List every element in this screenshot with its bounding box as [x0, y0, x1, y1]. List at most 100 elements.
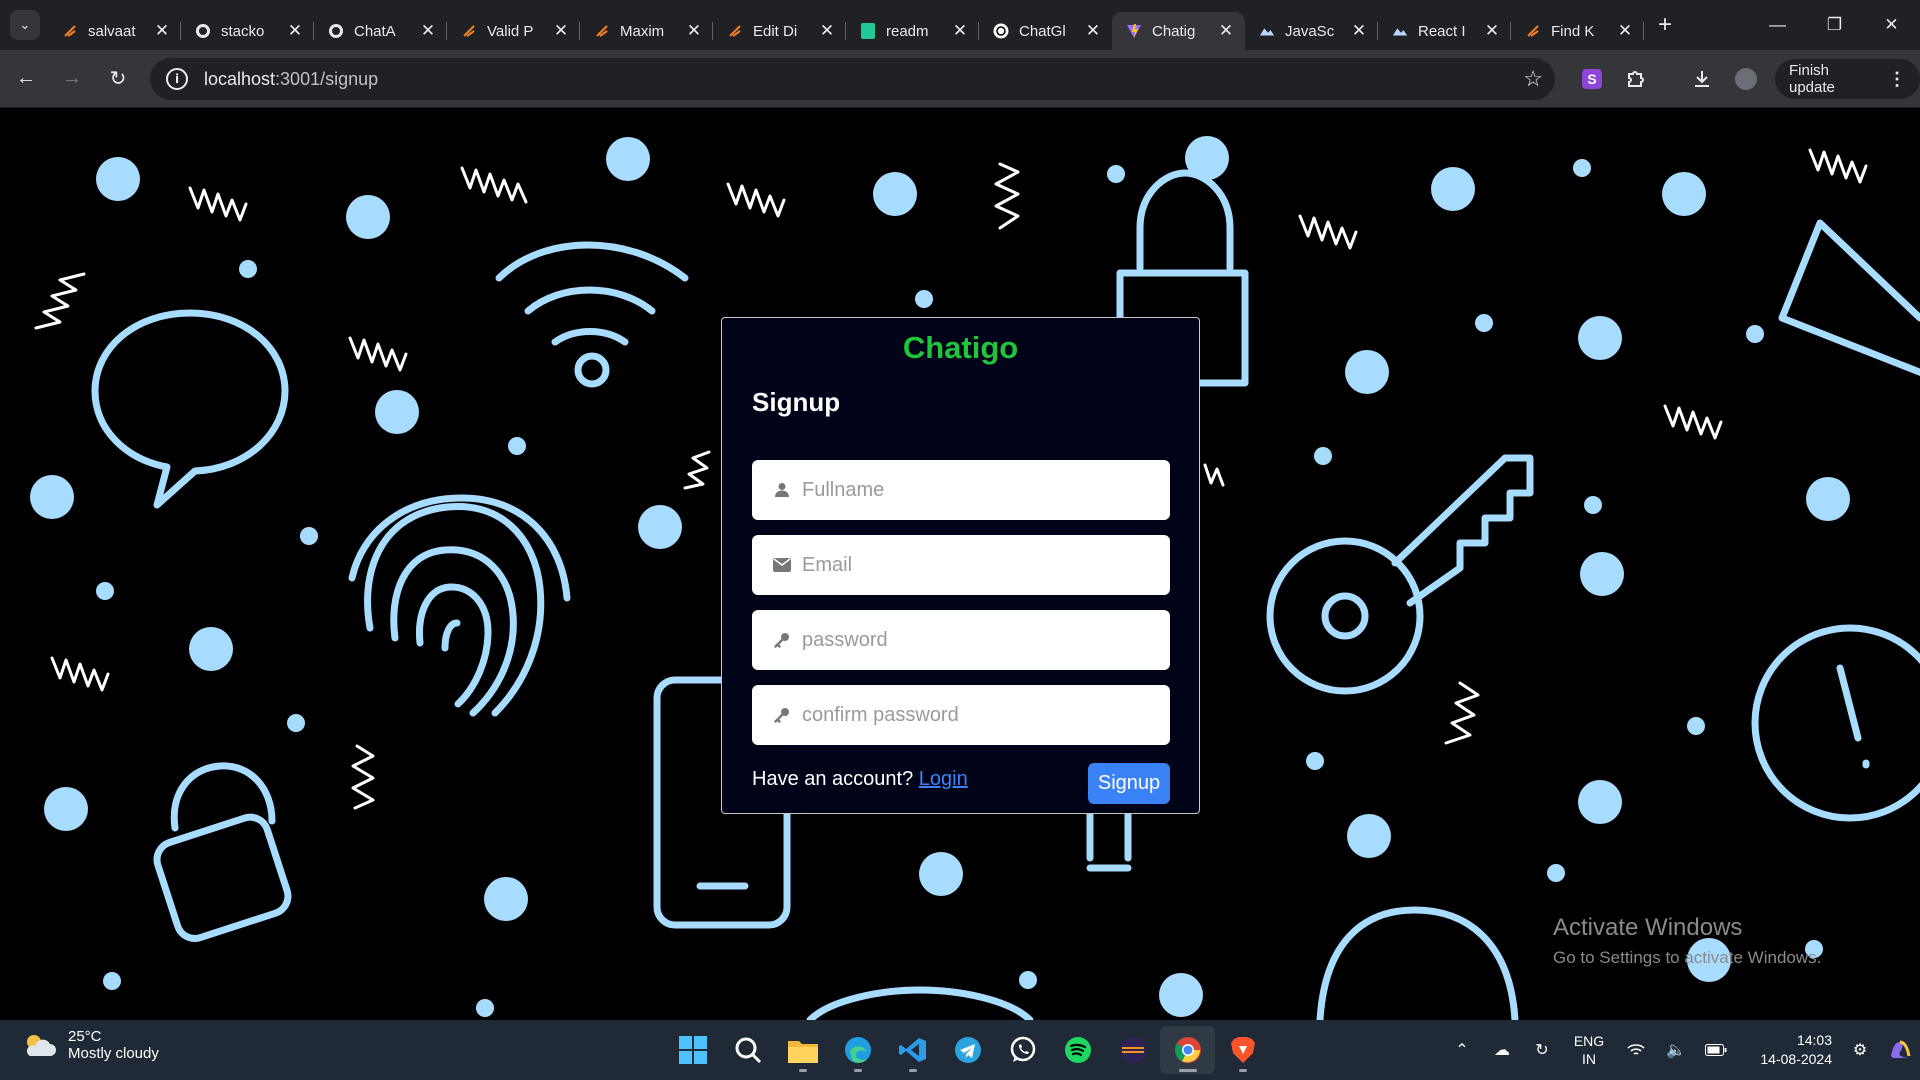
- volume-button[interactable]: 🔈: [1656, 1040, 1696, 1060]
- arrow-left-icon: ←: [16, 67, 36, 89]
- close-tab-icon[interactable]: ✕: [1217, 21, 1235, 41]
- downloads-button[interactable]: [1680, 59, 1724, 99]
- login-link[interactable]: Login: [919, 768, 968, 790]
- extensions-button[interactable]: [1614, 59, 1658, 99]
- padlock-doodle: [153, 813, 292, 942]
- close-tab-icon[interactable]: ✕: [1616, 21, 1634, 41]
- weather-widget[interactable]: 25°C Mostly cloudy: [22, 1028, 159, 1062]
- close-tab-icon[interactable]: ✕: [1350, 21, 1368, 41]
- edge-button[interactable]: [830, 1026, 885, 1074]
- email-field[interactable]: [752, 535, 1170, 595]
- tab-title: Maxim: [620, 22, 665, 40]
- close-tab-icon[interactable]: ✕: [685, 21, 703, 41]
- tab-9[interactable]: Chatig ✕: [1112, 12, 1245, 50]
- tab-12[interactable]: Find K ✕: [1511, 12, 1644, 50]
- site-info-icon[interactable]: i: [166, 68, 188, 90]
- password-field[interactable]: [752, 610, 1170, 670]
- tab-6[interactable]: Edit Di ✕: [713, 12, 846, 50]
- tab-title: Chatig: [1152, 22, 1196, 40]
- tab-4[interactable]: Valid P ✕: [447, 12, 580, 50]
- github-icon: [328, 23, 344, 39]
- language-code: ENG: [1573, 1033, 1605, 1049]
- fullname-field[interactable]: [752, 460, 1170, 520]
- extension-s-icon: S: [1582, 69, 1602, 89]
- spotify-button[interactable]: [1050, 1026, 1105, 1074]
- more-menu-icon[interactable]: ⋮: [1888, 69, 1906, 90]
- close-tab-icon[interactable]: ✕: [552, 21, 570, 41]
- vscode-icon: [898, 1038, 926, 1062]
- close-tab-icon[interactable]: ✕: [818, 21, 836, 41]
- url-text[interactable]: localhost:3001/signup: [204, 69, 378, 90]
- fullname-input[interactable]: [802, 478, 1162, 502]
- finish-update-button[interactable]: Finish update ⋮: [1775, 59, 1920, 99]
- cloud-icon: [1392, 23, 1408, 39]
- restore-button[interactable]: ❐: [1806, 0, 1863, 50]
- password-input[interactable]: [802, 628, 1162, 652]
- tab-title: stacko: [221, 22, 265, 40]
- reload-button[interactable]: ↻: [98, 59, 138, 99]
- brave-button[interactable]: [1215, 1026, 1270, 1074]
- minimize-button[interactable]: —: [1749, 0, 1806, 50]
- whatsapp-button[interactable]: [995, 1026, 1050, 1074]
- finish-update-label: Finish update: [1789, 62, 1835, 96]
- openai-icon: [993, 23, 1009, 39]
- onedrive-button[interactable]: ☁: [1482, 1040, 1522, 1060]
- confirm-password-field[interactable]: [752, 685, 1170, 745]
- windows-start-button[interactable]: [665, 1026, 720, 1074]
- tab-11[interactable]: React I ✕: [1378, 12, 1511, 50]
- browser-toolbar: ← → ↻ i localhost:3001/signup ☆ S Finish…: [0, 50, 1920, 108]
- page-viewport: Chatigo Signup Have: [0, 108, 1920, 1020]
- tab-3[interactable]: ChatA ✕: [314, 12, 447, 50]
- cloud-off-icon: ☁: [1494, 1042, 1510, 1059]
- clock[interactable]: 14:03 14-08-2024: [1736, 1031, 1832, 1069]
- running-indicator: [798, 1069, 807, 1072]
- new-tab-button[interactable]: +: [1650, 10, 1680, 40]
- wifi-icon: [1627, 1044, 1645, 1055]
- taskbar-search-button[interactable]: [720, 1026, 775, 1074]
- close-tab-icon[interactable]: ✕: [1483, 21, 1501, 41]
- alert-circle-doodle: [1751, 624, 1920, 822]
- address-bar[interactable]: i localhost:3001/signup ☆: [150, 58, 1555, 100]
- tab-title: Valid P: [487, 22, 534, 40]
- copilot-button[interactable]: [1880, 1038, 1920, 1062]
- wifi-button[interactable]: [1616, 1043, 1656, 1057]
- battery-button[interactable]: [1696, 1044, 1736, 1056]
- tab-5[interactable]: Maxim ✕: [580, 12, 713, 50]
- close-tab-icon[interactable]: ✕: [1084, 21, 1102, 41]
- profile-button[interactable]: [1724, 59, 1768, 99]
- chrome-button[interactable]: [1160, 1026, 1215, 1074]
- forward-button[interactable]: →: [52, 59, 92, 99]
- have-account-text: Have an account?: [752, 768, 914, 790]
- sync-button[interactable]: ↻: [1522, 1040, 1562, 1060]
- language-indicator[interactable]: ENG IN: [1562, 1032, 1616, 1068]
- arc-doodle: [1316, 906, 1519, 1020]
- show-hidden-icons-button[interactable]: ⌃: [1442, 1040, 1482, 1060]
- running-indicator: [1238, 1069, 1247, 1072]
- close-window-button[interactable]: ✕: [1863, 0, 1920, 50]
- tab-10[interactable]: JavaSc ✕: [1245, 12, 1378, 50]
- confirm-password-input[interactable]: [802, 703, 1162, 727]
- file-explorer-button[interactable]: [775, 1026, 830, 1074]
- tab-8[interactable]: ChatGl ✕: [979, 12, 1112, 50]
- close-tab-icon[interactable]: ✕: [951, 21, 969, 41]
- telegram-button[interactable]: [940, 1026, 995, 1074]
- notifications-button[interactable]: ⚙: [1840, 1040, 1880, 1060]
- eclipse-button[interactable]: [1105, 1026, 1160, 1074]
- tab-7[interactable]: readm ✕: [846, 12, 979, 50]
- close-tab-icon[interactable]: ✕: [153, 21, 171, 41]
- bookmark-star-icon[interactable]: ☆: [1523, 66, 1543, 92]
- battery-icon: [1705, 1044, 1727, 1056]
- tab-2[interactable]: stacko ✕: [181, 12, 314, 50]
- tab-title: JavaSc: [1285, 22, 1335, 40]
- vscode-button[interactable]: [885, 1026, 940, 1074]
- signup-button[interactable]: Signup: [1088, 763, 1170, 804]
- extension-s-button[interactable]: S: [1570, 59, 1614, 99]
- reload-icon: ↻: [109, 68, 127, 90]
- tab-1[interactable]: salvaat ✕: [48, 12, 181, 50]
- close-tab-icon[interactable]: ✕: [419, 21, 437, 41]
- close-tab-icon[interactable]: ✕: [286, 21, 304, 41]
- back-button[interactable]: ←: [6, 59, 46, 99]
- tab-search-button[interactable]: ⌄: [10, 10, 40, 40]
- signup-card: Chatigo Signup Have: [721, 317, 1200, 814]
- email-input[interactable]: [802, 553, 1162, 577]
